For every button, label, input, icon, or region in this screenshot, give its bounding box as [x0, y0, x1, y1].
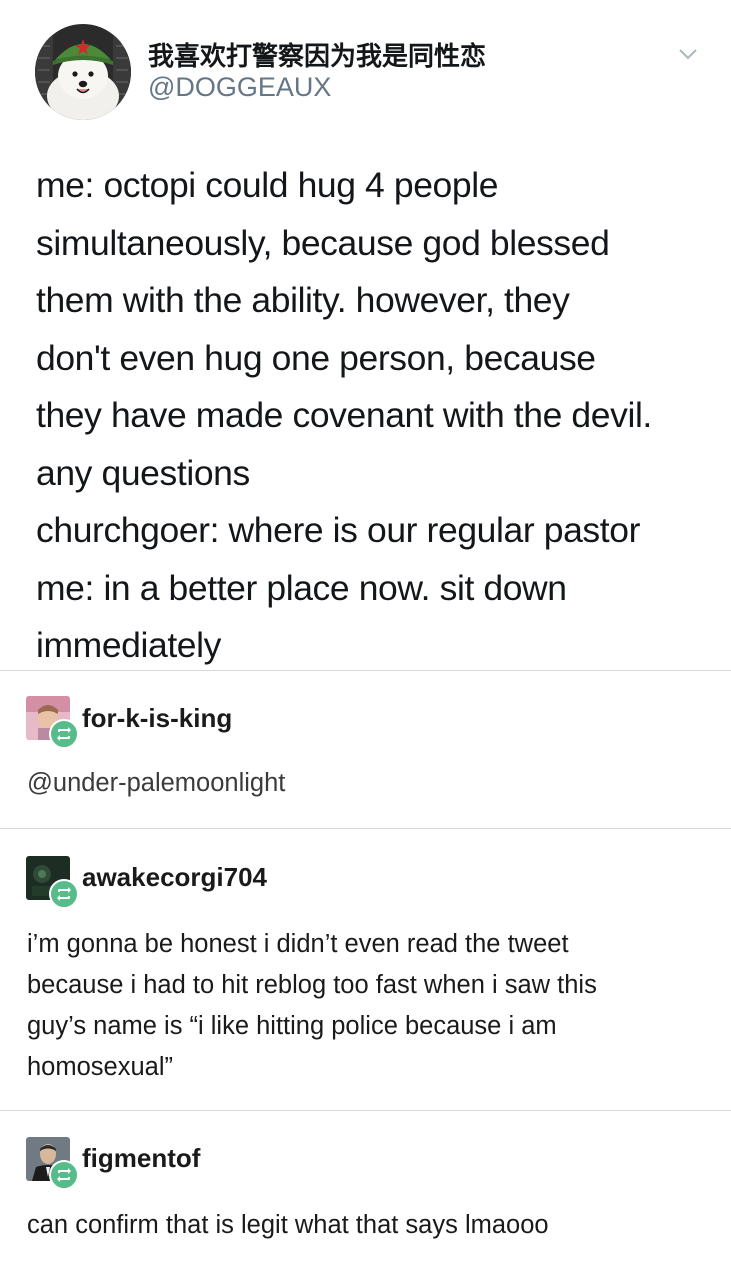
reblog-body-line: homosexual”: [27, 1053, 173, 1081]
tweet-text-line: them with the ability. however, they: [36, 280, 570, 320]
chevron-down-icon[interactable]: [677, 45, 699, 63]
reblog-body: i’m gonna be honest i didn’t even read t…: [27, 924, 707, 1088]
reblog-body: can confirm that is legit what that says…: [27, 1205, 707, 1246]
reblog-username[interactable]: for-k-is-king: [82, 703, 232, 734]
tweet-text-line: simultaneously, because god blessed: [36, 222, 610, 263]
tweet-text-line: don't even hug one person, because: [36, 337, 596, 378]
tweet-display-name[interactable]: 我喜欢打警察因为我是同性恋: [148, 36, 486, 73]
tweet-text-line: immediately: [36, 625, 221, 665]
reblog-entry: for-k-is-king @under-palemoonlight: [0, 671, 731, 828]
reblog-entry: figmentof can confirm that is legit what…: [0, 1111, 731, 1280]
reblog-icon: [49, 1160, 79, 1190]
dog-avatar-icon: [35, 24, 131, 120]
reblog-icon: [49, 879, 79, 909]
reblog-body-line: because i had to hit reblog too fast whe…: [27, 971, 597, 999]
tweet-text-line: any questions: [36, 452, 250, 493]
tweet-text-line: me: octopi could hug 4 people: [36, 165, 499, 205]
tweet-text-line: me: in a better place now. sit down: [36, 567, 567, 608]
reblog-body-line: can confirm that is legit what that says…: [27, 1211, 549, 1239]
tweet-handle[interactable]: @DOGGEAUX: [148, 72, 331, 103]
tweet-text-line: churchgoer: where is our regular pastor: [36, 510, 640, 550]
reblog-icon: [49, 719, 79, 749]
reblog-username[interactable]: awakecorgi704: [82, 862, 267, 893]
tweet-text-line: they have made covenant with the devil.: [36, 395, 652, 435]
reblog-username[interactable]: figmentof: [82, 1143, 200, 1174]
reblog-body-line: guy’s name is “i like hitting police bec…: [27, 1012, 557, 1040]
reblog-entry: awakecorgi704 i’m gonna be honest i didn…: [0, 829, 731, 1110]
embedded-tweet: 我喜欢打警察因为我是同性恋 @DOGGEAUX me: octopi could…: [0, 0, 731, 670]
reblog-body-line: i’m gonna be honest i didn’t even read t…: [27, 930, 569, 958]
tweet-text: me: octopi could hug 4 people simultaneo…: [36, 157, 716, 675]
reblog-mention-link[interactable]: @under-palemoonlight: [27, 769, 285, 798]
tweet-avatar[interactable]: [35, 24, 131, 120]
